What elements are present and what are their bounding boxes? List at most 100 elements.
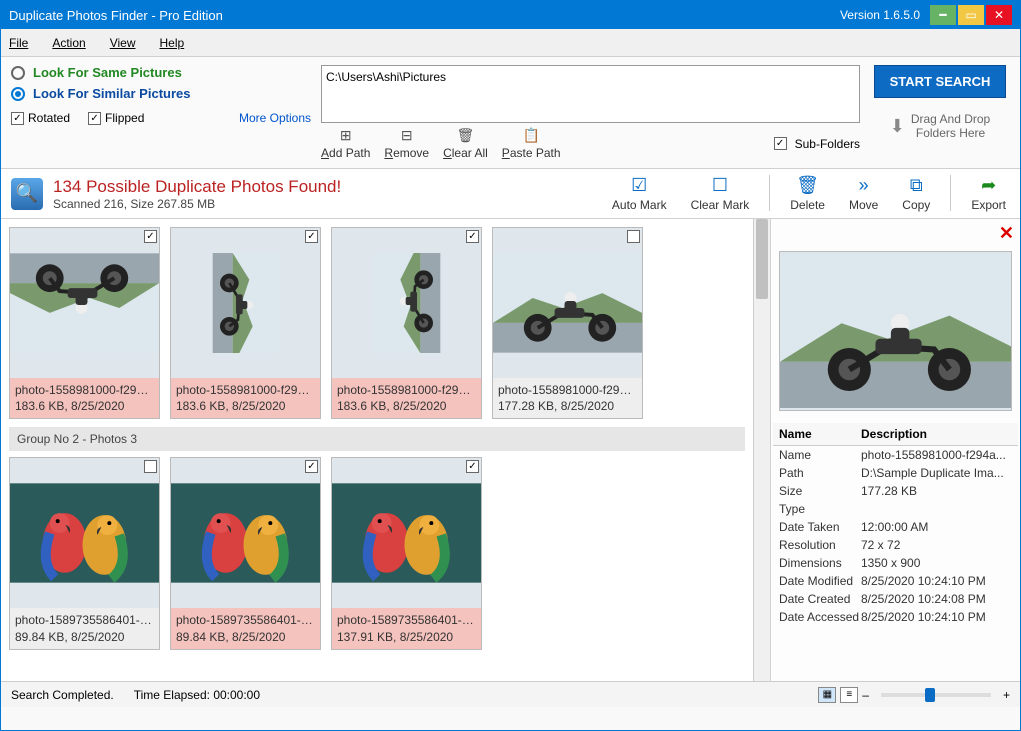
remove-path-button[interactable]: ⊟Remove (384, 127, 429, 160)
thumbnail-info: photo-1558981000-f294a... 177.28 KB, 8/2… (493, 378, 642, 418)
trash-icon: 🗑 (796, 175, 819, 196)
radio-similar-pictures[interactable]: Look For Similar Pictures (11, 86, 311, 101)
drag-drop-hint: ⬇ Drag And DropFolders Here (890, 112, 990, 140)
copy-icon: ⧉ (910, 175, 923, 196)
thumbnail-item[interactable]: photo-1558981000-f294a... 183.6 KB, 8/25… (9, 227, 160, 419)
more-options-link[interactable]: More Options (239, 111, 311, 125)
export-icon: ➦ (981, 175, 996, 196)
property-row: Type (773, 500, 1018, 518)
thumbnail-image (10, 458, 159, 608)
thumbnail-item[interactable]: photo-1589735586401-dc... 89.84 KB, 8/25… (9, 457, 160, 649)
menu-file[interactable]: File (9, 36, 28, 50)
property-row: Resolution 72 x 72 (773, 536, 1018, 554)
trash-icon: 🗑 (457, 127, 475, 144)
thumbnail-item[interactable]: photo-1558981000-f294a... 177.28 KB, 8/2… (492, 227, 643, 419)
zoom-out-button[interactable]: – (862, 688, 869, 702)
results-title: 134 Possible Duplicate Photos Found! (53, 177, 341, 197)
radio-same-pictures[interactable]: Look For Same Pictures (11, 65, 311, 80)
window-close-button[interactable]: ✕ (986, 5, 1012, 25)
thumbnail-checkbox[interactable] (305, 230, 318, 243)
results-bar: 🔍 134 Possible Duplicate Photos Found! S… (1, 169, 1020, 219)
menu-bar: File Action View Help (1, 29, 1020, 57)
view-list-button[interactable]: ≡ (840, 687, 858, 703)
thumbnail-item[interactable]: photo-1558981000-f294a... 183.6 KB, 8/25… (331, 227, 482, 419)
clipboard-icon: 📋 (522, 127, 539, 144)
thumbnail-info: photo-1589735586401-dc... 89.84 KB, 8/25… (10, 608, 159, 648)
thumbnail-info: photo-1589735586401-dc... 137.91 KB, 8/2… (332, 608, 481, 648)
thumbnail-item[interactable]: photo-1558981000-f294a... 183.6 KB, 8/25… (170, 227, 321, 419)
download-icon: ⬇ (890, 116, 905, 137)
window-maximize-button[interactable]: ▭ (958, 5, 984, 25)
zoom-slider[interactable] (881, 693, 991, 697)
status-text: Search Completed. (11, 688, 114, 702)
checkbox-rotated[interactable]: Rotated (11, 111, 70, 125)
thumbnail-info: photo-1558981000-f294a... 183.6 KB, 8/25… (10, 378, 159, 418)
thumbnail-gallery: photo-1558981000-f294a... 183.6 KB, 8/25… (1, 219, 753, 681)
check-icon: ☑ (631, 175, 647, 196)
results-subtitle: Scanned 216, Size 267.85 MB (53, 197, 341, 211)
thumbnail-image (10, 228, 159, 378)
options-bar: Look For Same Pictures Look For Similar … (1, 57, 1020, 169)
delete-button[interactable]: 🗑Delete (786, 175, 829, 212)
move-icon: » (859, 175, 869, 196)
version-label: Version 1.6.5.0 (840, 8, 920, 22)
vertical-scrollbar[interactable] (753, 219, 770, 681)
menu-help[interactable]: Help (160, 36, 185, 50)
thumbnail-checkbox[interactable] (466, 460, 479, 473)
copy-button[interactable]: ⧉Copy (898, 175, 934, 212)
property-row: Path D:\Sample Duplicate Ima... (773, 464, 1018, 482)
preview-panel: ✕ NameDescription Name photo-1558981000-… (770, 219, 1020, 681)
clear-mark-button[interactable]: ☐Clear Mark (687, 175, 754, 212)
property-row: Name photo-1558981000-f294a... (773, 446, 1018, 464)
property-row: Date Modified 8/25/2020 10:24:10 PM (773, 572, 1018, 590)
clear-all-button[interactable]: 🗑Clear All (443, 127, 488, 160)
thumbnail-image (171, 228, 320, 378)
window-minimize-button[interactable]: ━ (930, 5, 956, 25)
menu-action[interactable]: Action (52, 36, 85, 50)
zoom-in-button[interactable]: + (1003, 688, 1010, 702)
thumbnail-info: photo-1558981000-f294a... 183.6 KB, 8/25… (332, 378, 481, 418)
group-header[interactable]: Group No 2 - Photos 3 (9, 427, 745, 451)
main-area: photo-1558981000-f294a... 183.6 KB, 8/25… (1, 219, 1020, 681)
thumbnail-image (493, 228, 642, 378)
thumbnail-checkbox[interactable] (305, 460, 318, 473)
thumbnail-info: photo-1558981000-f294a... 183.6 KB, 8/25… (171, 378, 320, 418)
thumbnail-item[interactable]: photo-1589735586401-dc... 137.91 KB, 8/2… (331, 457, 482, 649)
magnifier-icon: 🔍 (11, 178, 43, 210)
auto-mark-button[interactable]: ☑Auto Mark (608, 175, 671, 212)
move-button[interactable]: »Move (845, 175, 882, 212)
close-panel-button[interactable]: ✕ (999, 223, 1014, 244)
property-row: Date Created 8/25/2020 10:24:08 PM (773, 590, 1018, 608)
status-elapsed: Time Elapsed: 00:00:00 (134, 688, 260, 702)
plus-icon: ⊞ (340, 127, 352, 144)
property-row: Size 177.28 KB (773, 482, 1018, 500)
preview-image (779, 251, 1012, 411)
app-title: Duplicate Photos Finder - Pro Edition (9, 8, 223, 23)
thumbnail-item[interactable]: photo-1589735586401-dc... 89.84 KB, 8/25… (170, 457, 321, 649)
start-search-button[interactable]: START SEARCH (874, 65, 1006, 98)
export-button[interactable]: ➦Export (967, 175, 1010, 212)
properties-table: NameDescription Name photo-1558981000-f2… (773, 423, 1018, 626)
title-bar: Duplicate Photos Finder - Pro Edition Ve… (1, 1, 1020, 29)
minus-icon: ⊟ (401, 127, 413, 144)
checkbox-subfolders[interactable]: Sub-Folders (774, 137, 860, 151)
checkbox-flipped[interactable]: Flipped (88, 111, 144, 125)
property-row: Date Accessed 8/25/2020 10:24:10 PM (773, 608, 1018, 626)
status-bar: Search Completed. Time Elapsed: 00:00:00… (1, 681, 1020, 707)
view-thumbnails-button[interactable]: ▦ (818, 687, 836, 703)
thumbnail-checkbox[interactable] (144, 460, 157, 473)
thumbnail-image (332, 228, 481, 378)
thumbnail-image (332, 458, 481, 608)
thumbnail-info: photo-1589735586401-dc... 89.84 KB, 8/25… (171, 608, 320, 648)
menu-view[interactable]: View (110, 36, 136, 50)
thumbnail-checkbox[interactable] (466, 230, 479, 243)
add-path-button[interactable]: ⊞Add Path (321, 127, 370, 160)
paste-path-button[interactable]: 📋Paste Path (502, 127, 561, 160)
radio-icon (11, 87, 25, 101)
property-row: Dimensions 1350 x 900 (773, 554, 1018, 572)
radio-icon (11, 66, 25, 80)
properties-header: NameDescription (773, 423, 1018, 446)
property-row: Date Taken 12:00:00 AM (773, 518, 1018, 536)
thumbnail-image (171, 458, 320, 608)
path-list[interactable]: C:\Users\Ashi\Pictures (321, 65, 860, 123)
